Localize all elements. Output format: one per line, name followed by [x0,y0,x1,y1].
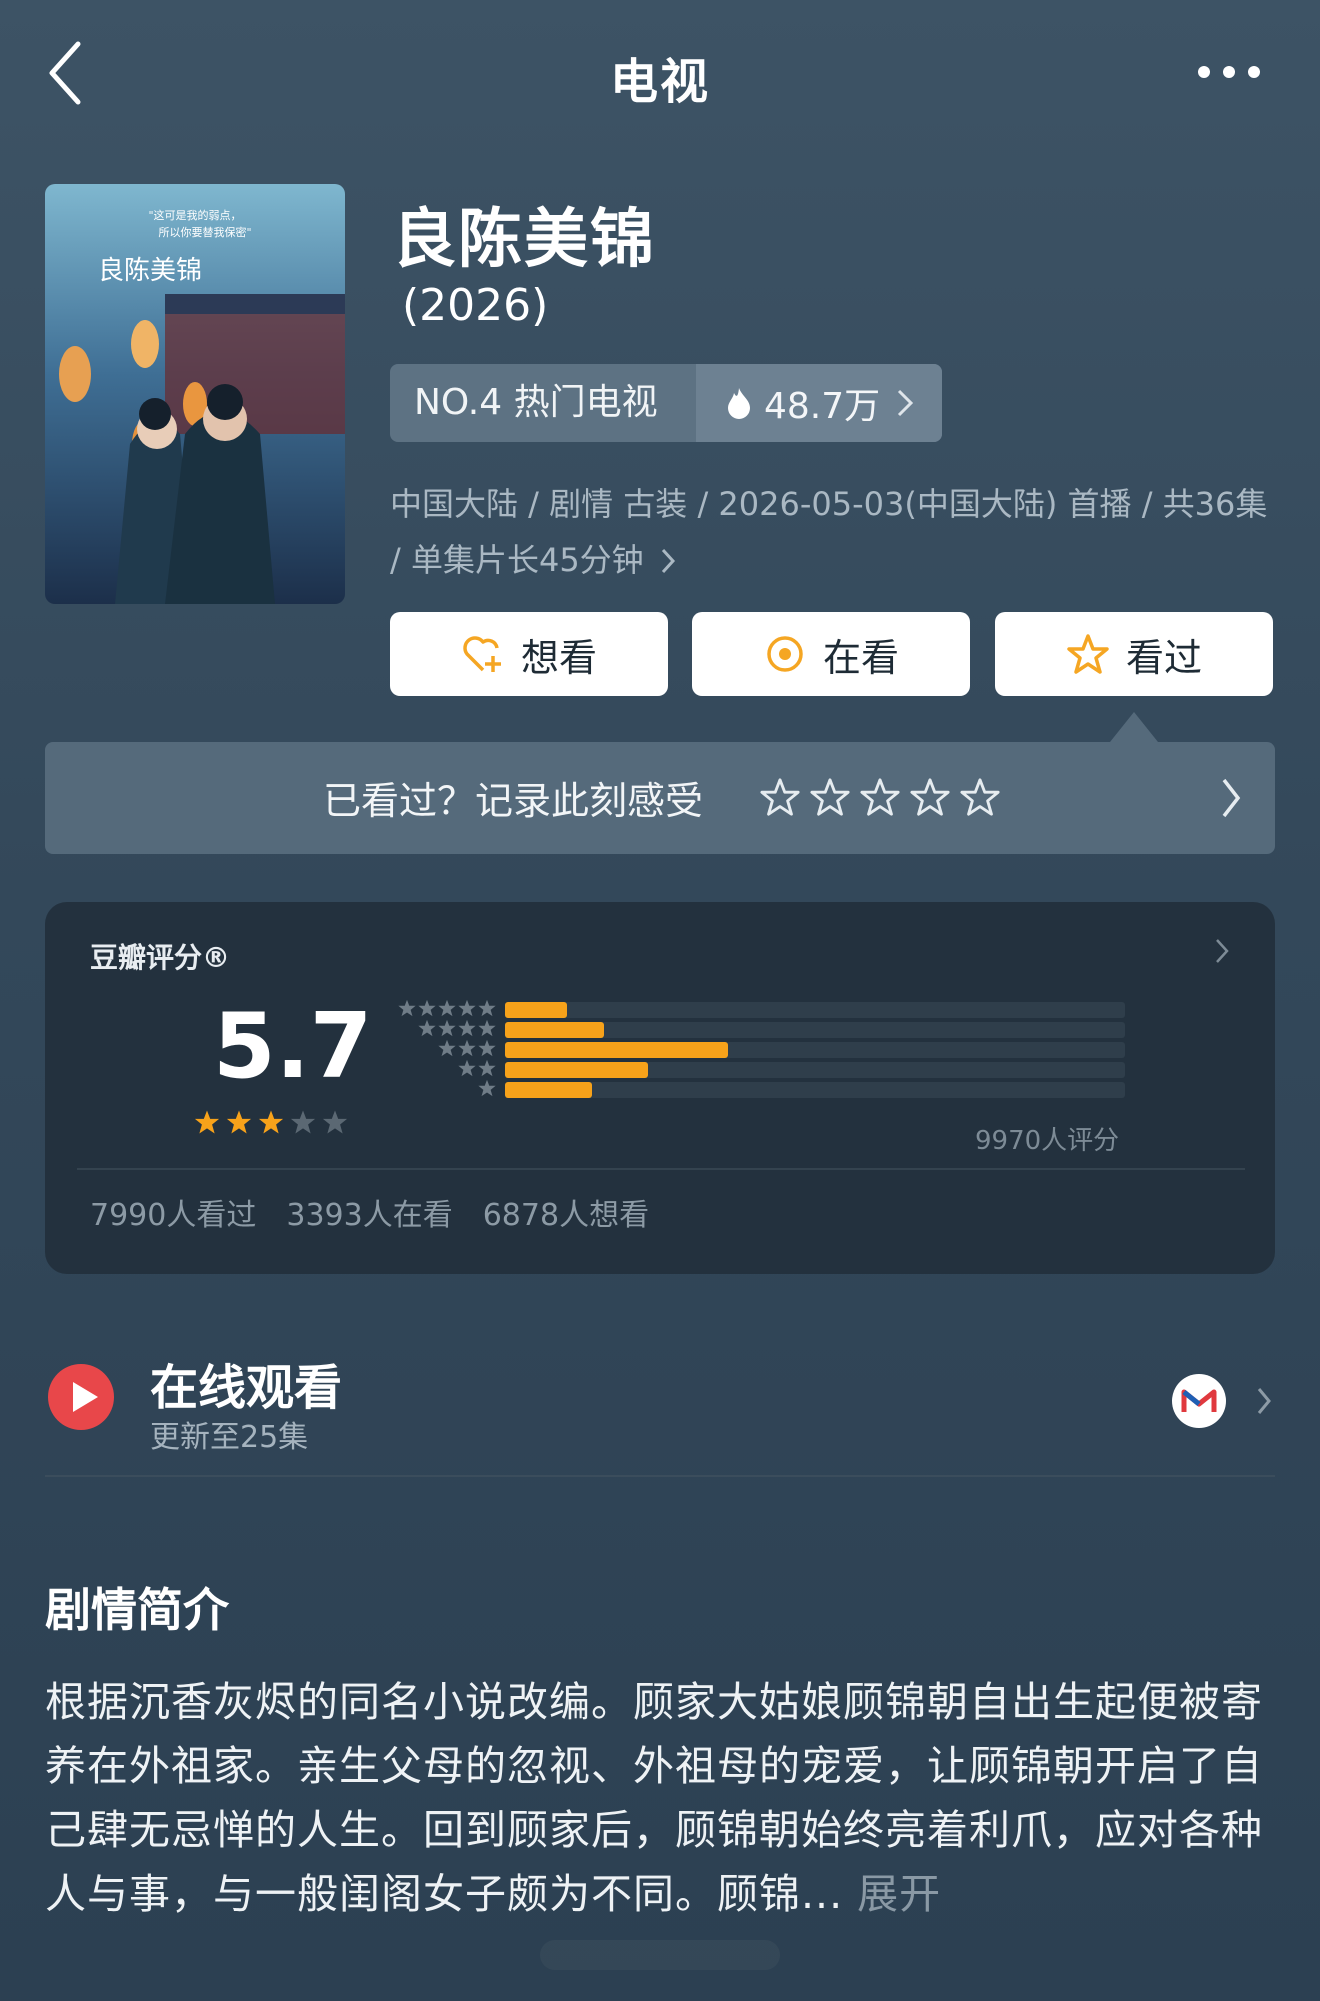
heat-button[interactable]: 48.7万 [696,364,942,442]
star-outline-icon[interactable] [959,776,1001,818]
online-watch-subtitle: 更新至25集 [150,1420,309,1455]
show-title: 良陈美锦 [392,203,656,277]
rate-stars[interactable] [759,776,1001,818]
more-options-icon[interactable] [1194,62,1264,82]
watching-button[interactable]: 在看 [692,612,970,696]
distribution-star-row [417,1018,497,1038]
chevron-right-icon [898,389,914,417]
star-outline-icon [1067,634,1109,674]
distribution-bar-track [505,1042,1125,1058]
show-year: (2026) [402,280,549,331]
wish-count: 6878人想看 [482,1198,650,1233]
poster-title-lettering: 良陈美锦 [98,256,202,286]
chevron-right-icon[interactable] [1256,1386,1272,1416]
rating-divider [77,1168,1245,1170]
synopsis-text: 根据沉香灰烬的同名小说改编。顾家大姑娘顾锦朝自出生起便被寄养在外祖家。亲生父母的… [45,1670,1285,1926]
star-empty-icon [322,1110,348,1134]
star-empty-icon [290,1110,316,1134]
small-star-icon [478,999,496,1017]
online-watch-title[interactable]: 在线观看 [150,1348,342,1418]
rating-score: 5.7 [213,994,373,1099]
platform-logo-icon[interactable] [1172,1374,1226,1428]
rate-prompt-text: 已看过？记录此刻感受 [323,779,704,823]
distribution-bar-fill [505,1042,729,1058]
chevron-right-icon [661,548,675,574]
distribution-bar-track [505,1022,1125,1038]
svg-text:所以你要替我保密": 所以你要替我保密" [158,225,251,239]
watched-count: 7990人看过 [90,1198,257,1233]
vote-count: 9970人评分 [975,1126,1120,1156]
distribution-star-row [477,1078,497,1098]
star-filled-icon [258,1110,284,1134]
distribution-bar-track [505,1002,1125,1018]
heat-value: 48.7万 [764,386,881,427]
small-star-icon [478,1059,496,1077]
small-star-icon [418,1019,436,1037]
watched-label: 看过 [1125,635,1202,680]
svg-text:"这可是我的弱点，: "这可是我的弱点， [148,208,241,222]
rating-label: 豆瓣评分® [90,941,231,974]
home-indicator [540,1940,780,1970]
distribution-bar-track [505,1062,1125,1078]
star-outline-icon[interactable] [909,776,951,818]
small-star-icon [458,1019,476,1037]
small-star-icon [458,1059,476,1077]
ranking-badge[interactable]: NO.4 热门电视 48.7万 [390,364,942,442]
rank-label[interactable]: NO.4 热门电视 [390,364,696,442]
small-star-icon [458,1039,476,1057]
tooltip-notch [1110,712,1158,742]
heart-plus-icon [463,636,501,672]
poster-image[interactable]: "这可是我的弱点， 所以你要替我保密" 良陈美锦 [45,184,345,604]
wish-label: 想看 [520,635,597,680]
star-outline-icon[interactable] [759,776,801,818]
small-star-icon [438,999,456,1017]
star-filled-icon [226,1110,252,1134]
watching-icon [767,636,803,672]
small-star-icon [478,1019,496,1037]
small-star-icon [438,1039,456,1057]
synopsis-body: 根据沉香灰烬的同名小说改编。顾家大姑娘顾锦朝自出生起便被寄养在外祖家。亲生父母的… [45,1678,1263,1918]
watching-label: 在看 [822,635,899,680]
distribution-bar-fill [505,1022,605,1038]
distribution-bar-fill [505,1082,592,1098]
watched-button[interactable]: 看过 [995,612,1273,696]
rate-prompt-bar[interactable]: 已看过？记录此刻感受 [45,742,1275,854]
small-star-icon [438,1019,456,1037]
small-star-icon [398,999,416,1017]
play-icon[interactable] [48,1364,114,1430]
star-filled-icon [194,1110,220,1134]
page-title: 电视 [609,54,710,110]
star-outline-icon[interactable] [859,776,901,818]
douban-rating-panel[interactable]: 豆瓣评分® 5.7 9970人评分 7990人看过 3393人在看 6878人想… [45,902,1275,1274]
small-star-icon [458,999,476,1017]
distribution-star-row [397,998,497,1018]
star-outline-icon[interactable] [809,776,851,818]
meta-text: 中国大陆 / 剧情 古装 / 2026-05-03(中国大陆) 首播 / 共36… [390,485,1268,579]
distribution-bar-track [505,1082,1125,1098]
watching-count: 3393人在看 [286,1198,453,1233]
small-star-icon [418,999,436,1017]
small-star-icon [478,1039,496,1057]
chevron-right-icon[interactable] [1220,776,1242,820]
small-star-icon [478,1079,496,1097]
distribution-star-row [457,1058,497,1078]
show-meta-info[interactable]: 中国大陆 / 剧情 古装 / 2026-05-03(中国大陆) 首播 / 共36… [390,476,1280,588]
chevron-right-icon[interactable] [1215,938,1229,964]
expand-link[interactable]: 展开 [857,1870,941,1918]
distribution-bar-fill [505,1002,567,1018]
fire-icon [728,388,750,419]
wish-button[interactable]: 想看 [390,612,668,696]
rating-stars [193,1108,349,1136]
synopsis-heading: 剧情简介 [45,1583,229,1637]
distribution-bar-fill [505,1062,648,1078]
watch-stats: 7990人看过 3393人在看 6878人想看 [90,1190,649,1234]
section-divider [45,1475,1275,1477]
distribution-star-row [437,1038,497,1058]
